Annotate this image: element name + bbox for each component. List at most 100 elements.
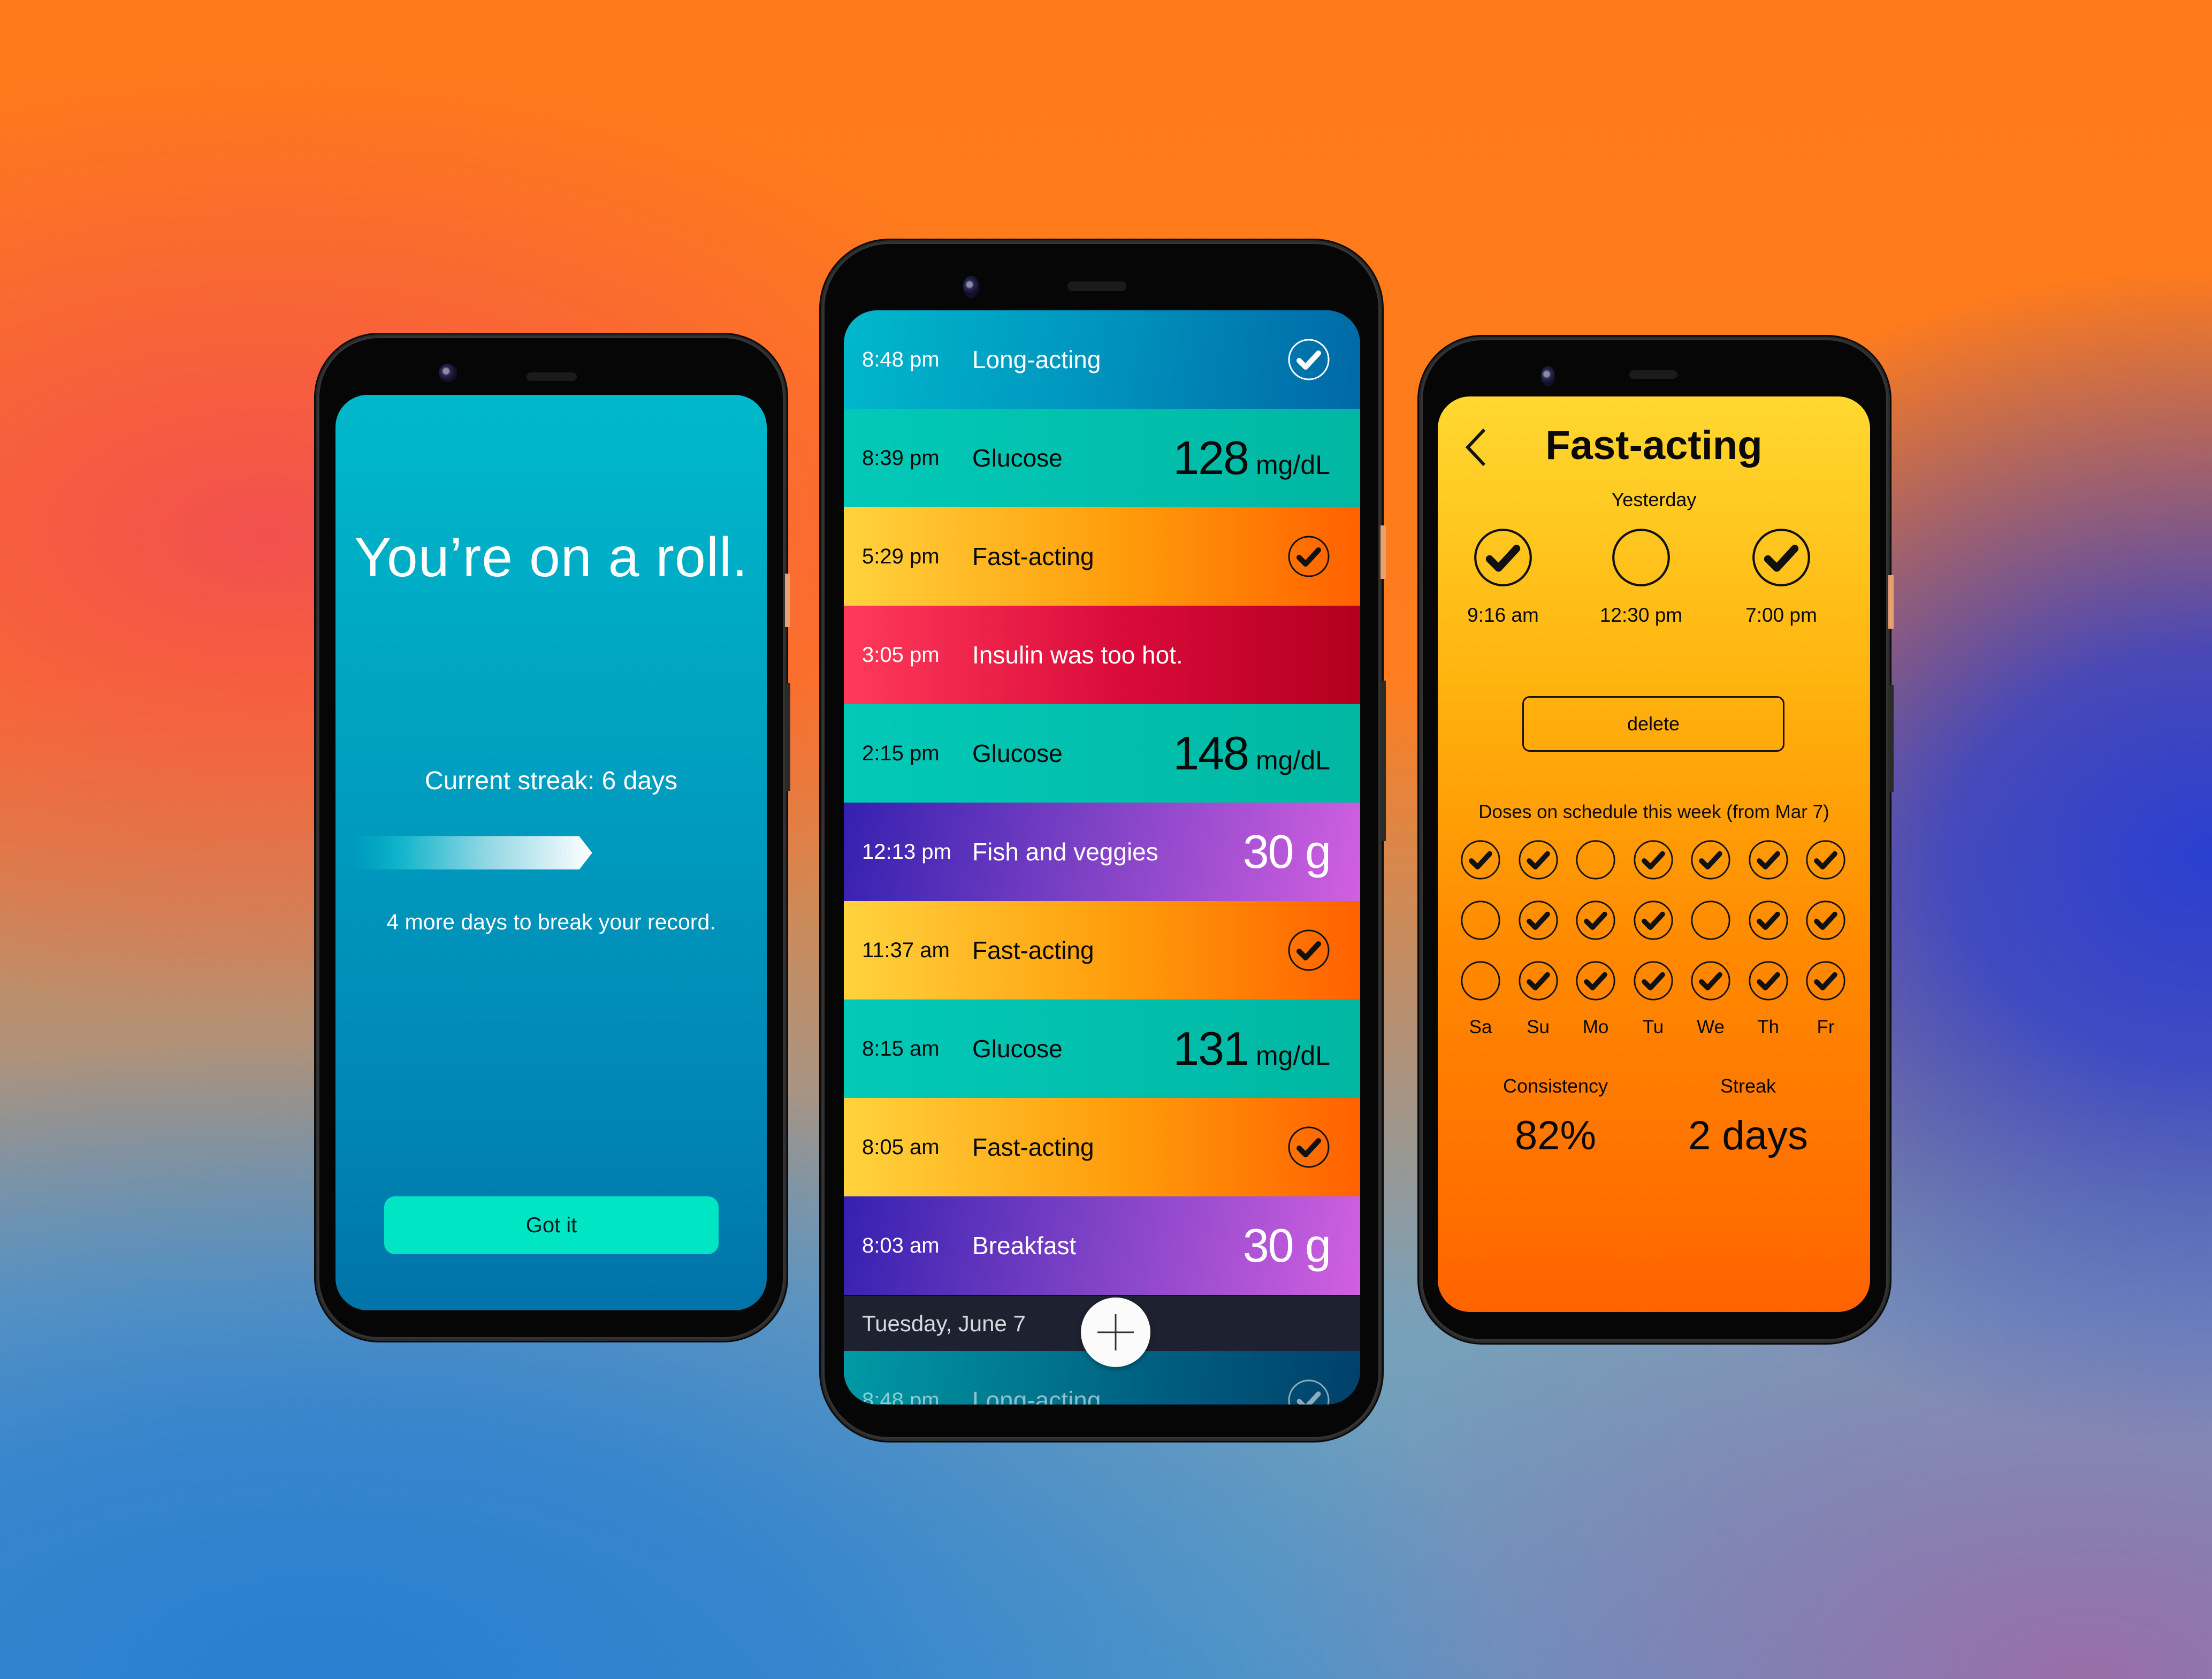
entry-label: Insulin was too hot. xyxy=(972,641,1183,669)
entry-value-unit: mg/dL xyxy=(1256,745,1330,775)
dose-item[interactable]: 12:30 pm xyxy=(1598,528,1684,627)
weekday-label: Mo xyxy=(1582,1017,1609,1037)
log-entry-glucose[interactable]: 8:39 pm Glucose 128 mg/dL xyxy=(844,409,1360,507)
check-circle-icon[interactable] xyxy=(1751,528,1811,587)
got-it-button[interactable]: Got it xyxy=(384,1196,719,1254)
front-camera-icon xyxy=(439,364,457,382)
weekday-label: We xyxy=(1697,1017,1725,1037)
consistency-label: Consistency xyxy=(1502,1075,1608,1097)
add-entry-button[interactable] xyxy=(1081,1298,1150,1367)
entry-time: 8:03 am xyxy=(862,1233,940,1257)
streak-label: Streak xyxy=(1720,1075,1776,1097)
phone-right: Fast-acting Yesterday 9:16 am 12:30 pm 7:0… xyxy=(1421,338,1894,1341)
dose-detail-screen: Fast-acting Yesterday 9:16 am 12:30 pm 7:0… xyxy=(1438,396,1870,1312)
log-entry-fast[interactable]: 11:37 am Fast-acting xyxy=(844,901,1360,999)
entry-value-unit: mg/dL xyxy=(1256,450,1330,480)
entry-label: Glucose xyxy=(972,739,1063,767)
dose-checked-icon xyxy=(1518,840,1558,880)
volume-button xyxy=(1380,681,1386,841)
log-entry-fast[interactable]: 8:05 am Fast-acting xyxy=(844,1098,1360,1196)
log-entry-alert[interactable]: 3:05 pm Insulin was too hot. xyxy=(844,606,1360,704)
check-circle-icon[interactable] xyxy=(1287,1379,1330,1405)
week-title: Doses on schedule this week (from Mar 7) xyxy=(1478,802,1829,822)
dose-checked-icon xyxy=(1576,900,1615,940)
dose-checked-icon xyxy=(1748,840,1788,880)
entry-time: 8:48 pm xyxy=(862,347,940,371)
dose-checked-icon xyxy=(1633,900,1673,940)
entry-time: 2:15 pm xyxy=(862,741,940,765)
entry-value-number: 30 g xyxy=(1242,825,1331,878)
log-entry-long[interactable]: 8:48 pm Long-acting xyxy=(844,310,1360,409)
dose-checked-icon xyxy=(1633,961,1673,1001)
weekday-label: Tu xyxy=(1642,1017,1664,1037)
entry-label: Glucose xyxy=(972,1035,1063,1063)
entry-time: 11:37 am xyxy=(862,938,950,962)
current-streak-text: Current streak: 6 days xyxy=(424,767,678,795)
entry-value-unit: mg/dL xyxy=(1256,1041,1330,1071)
streak-progress-bar xyxy=(351,836,592,869)
weekday-label: Su xyxy=(1527,1017,1550,1037)
record-text: 4 more days to break your record. xyxy=(386,910,716,934)
speaker-grille xyxy=(1629,370,1677,379)
dose-item[interactable]: 7:00 pm xyxy=(1738,528,1824,627)
speaker-grille xyxy=(1067,281,1126,291)
dose-time: 12:30 pm xyxy=(1599,604,1683,626)
dose-checked-icon xyxy=(1806,900,1845,940)
check-circle-icon[interactable] xyxy=(1473,528,1533,587)
dose-checked-icon xyxy=(1806,840,1845,880)
weekday-label: Sa xyxy=(1469,1017,1492,1037)
speaker-grille xyxy=(527,372,577,381)
log-screen: 8:48 pm Long-acting 8:39 pm Glucose 128 mg/dL… xyxy=(844,310,1360,1405)
delete-button[interactable]: delete xyxy=(1522,696,1784,752)
dose-checked-icon xyxy=(1691,961,1730,1001)
entry-time: 8:05 am xyxy=(862,1135,940,1159)
dose-time: 9:16 am xyxy=(1467,604,1539,626)
entry-label: Long-acting xyxy=(972,346,1101,373)
entry-label: Fast-acting xyxy=(972,1133,1094,1161)
power-button xyxy=(1888,575,1894,629)
entry-value: 30 g xyxy=(1243,1218,1331,1273)
empty-circle-icon[interactable] xyxy=(1611,528,1671,587)
dose-checked-icon xyxy=(1633,840,1673,880)
entry-value-number: 128 xyxy=(1173,431,1249,484)
phone-middle: 8:48 pm Long-acting 8:39 pm Glucose 128 mg/dL… xyxy=(822,242,1386,1439)
volume-button xyxy=(1888,685,1894,792)
entry-label: Fast-acting xyxy=(972,936,1094,964)
log-entry-meal[interactable]: 8:03 am Breakfast 30 g xyxy=(844,1196,1360,1295)
entry-value-number: 131 xyxy=(1173,1022,1249,1075)
log-entry-fast[interactable]: 5:29 pm Fast-acting xyxy=(844,507,1360,606)
front-camera-icon xyxy=(1541,366,1555,386)
entry-time: 8:15 am xyxy=(862,1036,940,1060)
streak-stat: Streak 2 days xyxy=(1652,1075,1844,1159)
dose-item[interactable]: 9:16 am xyxy=(1460,528,1546,627)
consistency-stat: Consistency 82% xyxy=(1459,1075,1652,1159)
streak-value: 2 days xyxy=(1688,1113,1808,1158)
check-circle-icon[interactable] xyxy=(1287,929,1330,972)
phone-left: You’re on a roll. Current streak: 6 days… xyxy=(317,336,790,1339)
entry-value: 148 mg/dL xyxy=(1173,726,1330,781)
entry-value: 131 mg/dL xyxy=(1173,1021,1330,1076)
streak-progress-fill xyxy=(351,836,592,869)
check-circle-icon[interactable] xyxy=(1287,535,1330,578)
dose-checked-icon xyxy=(1806,961,1845,1001)
entry-time: 5:29 pm xyxy=(862,544,940,568)
entry-time: 8:39 pm xyxy=(862,446,940,470)
check-circle-icon[interactable] xyxy=(1287,1126,1330,1169)
entry-label: Long-acting xyxy=(972,1386,1101,1405)
power-button xyxy=(785,574,790,627)
dose-checked-icon xyxy=(1691,840,1730,880)
entry-time: 8:48 pm xyxy=(862,1388,940,1405)
streak-screen: You’re on a roll. Current streak: 6 days… xyxy=(335,395,767,1310)
dose-checked-icon xyxy=(1748,961,1788,1001)
day-label: Yesterday xyxy=(1611,489,1697,510)
log-entry-glucose[interactable]: 8:15 am Glucose 131 mg/dL xyxy=(844,999,1360,1098)
entry-label: Glucose xyxy=(972,444,1063,472)
dose-checked-icon xyxy=(1518,900,1558,940)
dose-checked-icon xyxy=(1748,900,1788,940)
dose-missed-icon xyxy=(1461,900,1500,940)
entry-value-number: 148 xyxy=(1173,727,1249,780)
weekday-label: Th xyxy=(1757,1017,1779,1037)
log-entry-meal[interactable]: 12:13 pm Fish and veggies 30 g xyxy=(844,803,1360,901)
check-circle-icon[interactable] xyxy=(1287,338,1330,381)
log-entry-glucose[interactable]: 2:15 pm Glucose 148 mg/dL xyxy=(844,704,1360,803)
